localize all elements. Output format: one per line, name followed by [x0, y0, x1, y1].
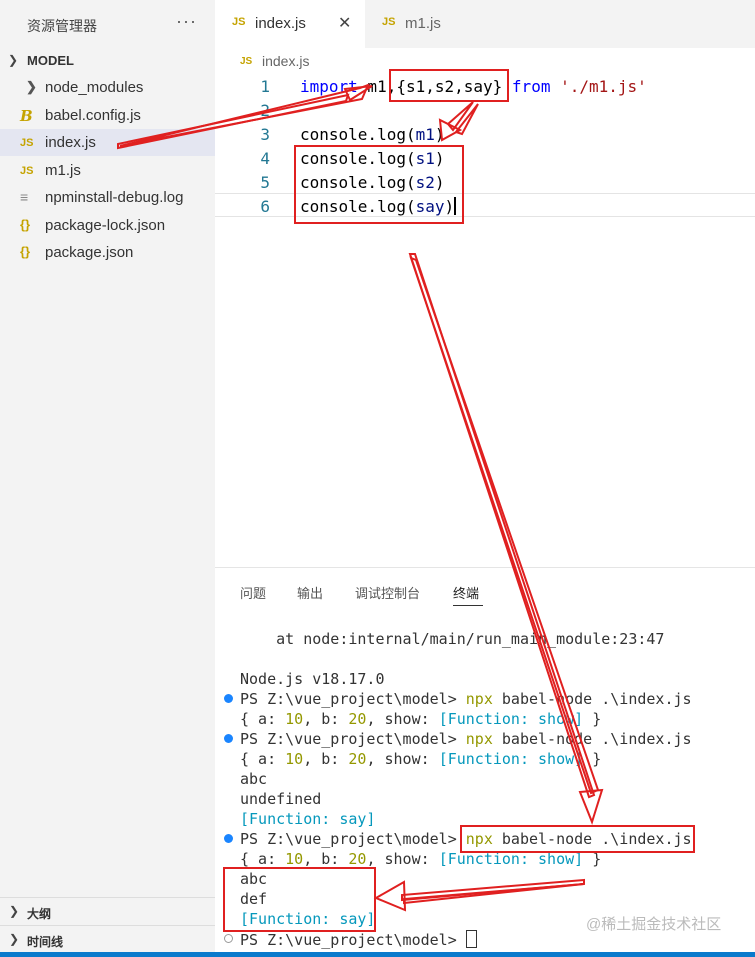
- tree-item-label: package.json: [45, 244, 134, 261]
- terminal-line: PS Z:\vue_project\model> npx babel-node …: [240, 690, 692, 708]
- tree-item-label: node_modules: [45, 79, 144, 96]
- line-number: 6: [260, 197, 270, 216]
- code-text: console.log(s1): [300, 149, 445, 168]
- status-bar: [0, 952, 755, 957]
- code-text: console.log(s2): [300, 173, 445, 192]
- babel-icon: B: [20, 107, 33, 125]
- code-line-4: 4 console.log(s1): [215, 146, 755, 170]
- tab-m1-js[interactable]: JS m1.js: [365, 0, 515, 48]
- tree-item-package-lock[interactable]: {} package-lock.json: [0, 212, 215, 239]
- watermark: @稀土掘金技术社区: [586, 916, 722, 933]
- code-line-3: 3 console.log(m1): [215, 122, 755, 146]
- outline-label: 大纲: [27, 907, 52, 921]
- tree-item-label: babel.config.js: [45, 107, 141, 124]
- editor-tabbar: JS index.js ✕ JS m1.js: [215, 0, 755, 48]
- active-tab-indicator: [453, 605, 483, 606]
- chevron-right-icon: ❯: [26, 79, 37, 94]
- tab-terminal[interactable]: 终端: [453, 583, 479, 602]
- tree-item-index-js[interactable]: JS index.js: [0, 129, 215, 156]
- text-cursor: [454, 197, 457, 215]
- json-file-icon: {}: [20, 244, 31, 259]
- folder-model[interactable]: ❯ MODEL: [0, 48, 215, 74]
- chevron-right-icon: ❯: [9, 932, 20, 946]
- tree-item-package-json[interactable]: {} package.json: [0, 239, 215, 266]
- close-icon[interactable]: ✕: [338, 13, 351, 33]
- js-file-icon: JS: [382, 16, 396, 28]
- chevron-right-icon: ❯: [9, 904, 20, 918]
- chevron-down-icon: ❯: [8, 53, 19, 67]
- tab-problems[interactable]: 问题: [240, 583, 266, 602]
- tree-item-label: package-lock.json: [45, 217, 166, 234]
- terminal-line: abc: [240, 870, 268, 888]
- js-file-icon: JS: [20, 137, 34, 149]
- terminal-prompt-line[interactable]: PS Z:\vue_project\model>: [240, 930, 477, 950]
- terminal-line: abc: [240, 770, 268, 788]
- tree-item-label: index.js: [45, 134, 96, 151]
- code-line-2: 2: [215, 98, 755, 122]
- js-file-icon: JS: [232, 16, 246, 28]
- tree-item-babel-config[interactable]: B babel.config.js: [0, 102, 215, 129]
- tree-item-m1-js[interactable]: JS m1.js: [0, 157, 215, 184]
- code-text: import m1,{s1,s2,say} from './m1.js': [300, 77, 647, 96]
- terminal-line: def: [240, 890, 268, 908]
- terminal-line: PS Z:\vue_project\model> npx babel-node …: [240, 730, 692, 748]
- command-pending-dot-icon[interactable]: [224, 934, 233, 943]
- terminal-cursor: [465, 930, 477, 948]
- terminal-line: [Function: say]: [240, 910, 376, 928]
- tree-item-label: npminstall-debug.log: [45, 189, 184, 206]
- command-success-dot-icon[interactable]: [224, 834, 233, 843]
- explorer-header: 资源管理器 ···: [0, 0, 215, 48]
- code-line-1: 1 import m1,{s1,s2,say} from './m1.js': [215, 74, 755, 98]
- terminal-line: at node:internal/main/run_main_module:23…: [240, 630, 665, 648]
- more-actions-icon[interactable]: ···: [176, 11, 197, 32]
- tab-output[interactable]: 输出: [297, 583, 323, 602]
- code-text: console.log(m1): [300, 125, 445, 144]
- command-success-dot-icon[interactable]: [224, 694, 233, 703]
- breadcrumb-label: index.js: [262, 53, 310, 69]
- terminal-line: [Function: say]: [240, 810, 376, 828]
- line-number: 4: [260, 149, 270, 168]
- code-editor[interactable]: 1 import m1,{s1,s2,say} from './m1.js' 2…: [215, 72, 755, 567]
- line-number: 1: [260, 77, 270, 96]
- line-number: 3: [260, 125, 270, 144]
- tab-index-js[interactable]: JS index.js ✕: [215, 0, 365, 48]
- terminal-line: undefined: [240, 790, 322, 808]
- line-number: 5: [260, 173, 270, 192]
- terminal-line: Node.js v18.17.0: [240, 670, 385, 688]
- terminal-line: { a: 10, b: 20, show: [Function: show] }: [240, 710, 602, 728]
- code-line-5: 5 console.log(s2): [215, 170, 755, 194]
- command-success-dot-icon[interactable]: [224, 734, 233, 743]
- terminal-line: { a: 10, b: 20, show: [Function: show] }: [240, 750, 602, 768]
- explorer-sidebar: 资源管理器 ··· ❯ MODEL ❯ node_modules B babel…: [0, 0, 215, 957]
- tab-label: index.js: [255, 15, 306, 32]
- explorer-title: 资源管理器: [27, 18, 97, 34]
- timeline-section[interactable]: ❯ 时间线: [0, 925, 215, 953]
- tree-item-label: m1.js: [45, 162, 81, 179]
- outline-section[interactable]: ❯ 大纲: [0, 897, 215, 925]
- tree-item-node-modules[interactable]: ❯ node_modules: [0, 74, 215, 101]
- json-file-icon: {}: [20, 217, 31, 232]
- tab-debug-console[interactable]: 调试控制台: [355, 583, 420, 602]
- tree-item-npminstall-log[interactable]: ≡ npminstall-debug.log: [0, 184, 215, 211]
- timeline-label: 时间线: [27, 935, 64, 949]
- tab-label: m1.js: [405, 15, 441, 32]
- code-text: console.log(say): [300, 197, 457, 216]
- code-line-6: 6 console.log(say): [215, 193, 755, 217]
- js-file-icon: JS: [240, 56, 253, 67]
- folder-label: MODEL: [27, 53, 74, 68]
- js-file-icon: JS: [20, 165, 34, 177]
- line-number: 2: [260, 101, 270, 120]
- terminal-line: PS Z:\vue_project\model> npx babel-node …: [240, 830, 692, 848]
- log-file-icon: ≡: [20, 189, 29, 205]
- terminal-line: { a: 10, b: 20, show: [Function: show] }: [240, 850, 602, 868]
